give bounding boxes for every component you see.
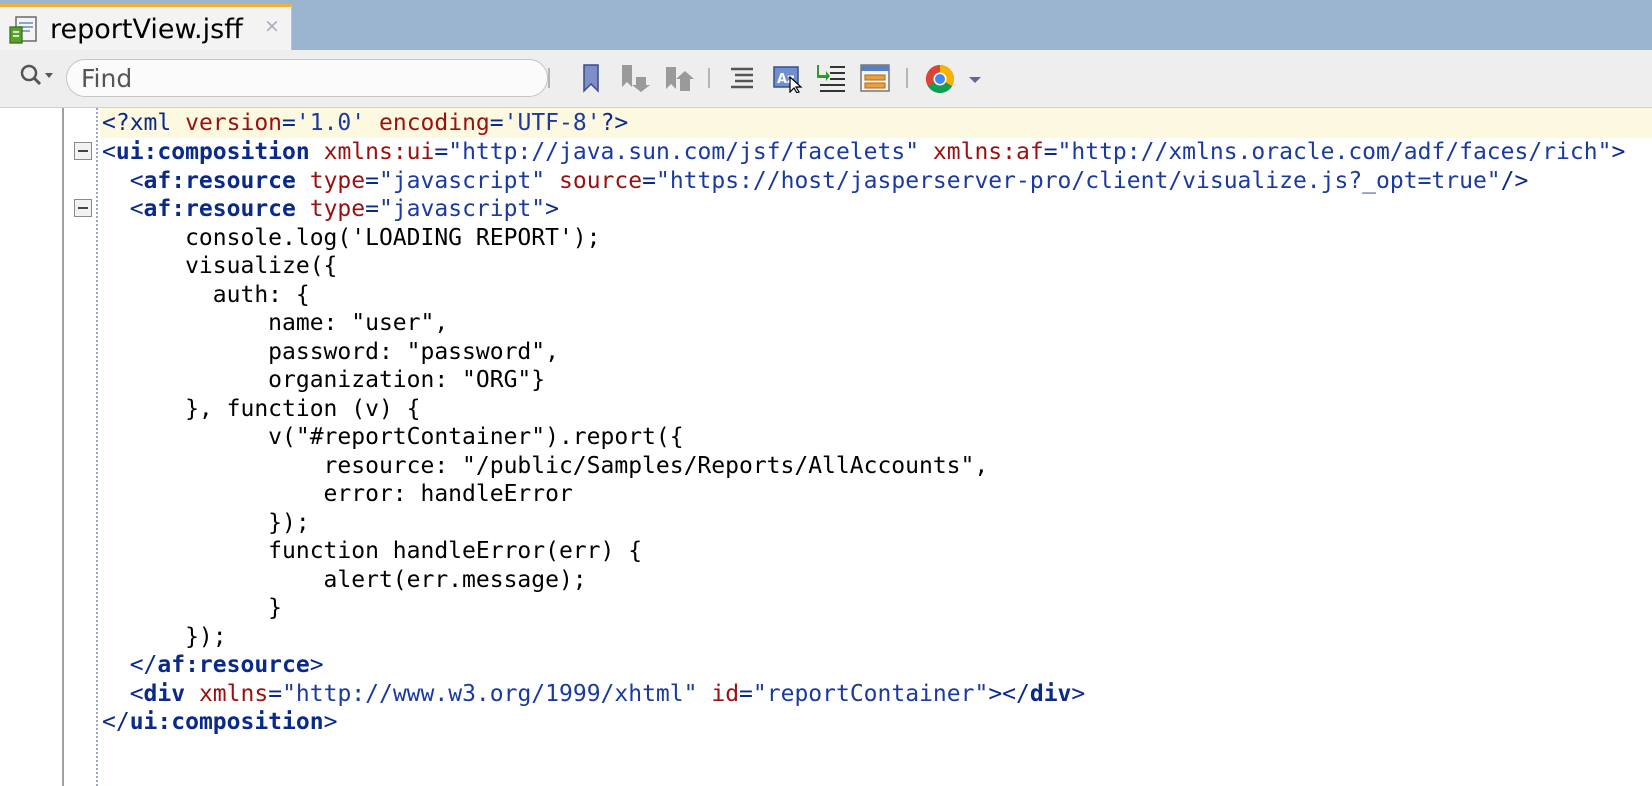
toolbar-separator xyxy=(708,68,710,88)
gutter-divider xyxy=(62,108,64,786)
code-line: </af:resource> xyxy=(102,652,324,678)
toolbar-separator xyxy=(906,68,908,88)
find-usages-icon[interactable]: Az xyxy=(769,58,805,96)
fold-guide xyxy=(96,108,98,786)
close-tab-icon[interactable]: × xyxy=(264,15,280,37)
find-input[interactable] xyxy=(66,59,548,97)
properties-icon[interactable] xyxy=(856,58,892,96)
chrome-browser-icon[interactable] xyxy=(921,58,957,96)
reformat-icon[interactable] xyxy=(813,58,849,96)
code-line: error: handleError xyxy=(102,481,573,507)
code-line: <?xml version='1.0' encoding='UTF-8'?> xyxy=(102,110,629,136)
toggle-bookmark-button[interactable] xyxy=(573,58,609,96)
code-editor[interactable]: <?xml version='1.0' encoding='UTF-8'?> <… xyxy=(0,108,1652,786)
editor-tab-bar: reportView.jsff × xyxy=(0,0,1652,50)
code-line: name: "user", xyxy=(102,310,449,336)
outline-icon[interactable] xyxy=(724,58,760,96)
code-line: <div xmlns="http://www.w3.org/1999/xhtml… xyxy=(102,681,1086,707)
code-line: function handleError(err) { xyxy=(102,538,643,564)
tab-title: reportView.jsff xyxy=(50,14,243,45)
code-line: password: "password", xyxy=(102,339,559,365)
code-line: } xyxy=(102,595,283,621)
code-line: console.log('LOADING REPORT'); xyxy=(102,225,601,251)
code-line: alert(err.message); xyxy=(102,567,587,593)
fold-collapse-icon[interactable] xyxy=(74,142,92,160)
code-line: v("#reportContainer").report({ xyxy=(102,424,684,450)
code-line: resource: "/public/Samples/Reports/AllAc… xyxy=(102,453,989,479)
code-line: <af:resource type="javascript"> xyxy=(102,196,560,222)
chevron-down-icon[interactable] xyxy=(962,58,986,96)
code-line: visualize({ xyxy=(102,253,338,279)
code-line: }); xyxy=(102,624,227,650)
next-bookmark-button[interactable] xyxy=(659,58,695,96)
jsff-file-icon xyxy=(8,15,40,47)
search-options-icon[interactable] xyxy=(18,62,58,90)
editor-toolbar: Az xyxy=(0,50,1652,108)
code-line: auth: { xyxy=(102,282,310,308)
toolbar-separator xyxy=(548,68,550,88)
code-line: }); xyxy=(102,510,310,536)
previous-bookmark-button[interactable] xyxy=(615,58,651,96)
code-line: </ui:composition> xyxy=(102,709,338,735)
code-line: organization: "ORG"} xyxy=(102,367,546,393)
code-line: }, function (v) { xyxy=(102,396,421,422)
fold-collapse-icon[interactable] xyxy=(74,199,92,217)
code-line: <af:resource type="javascript" source="h… xyxy=(102,168,1529,194)
tab-reportview[interactable]: reportView.jsff × xyxy=(0,4,292,50)
code-line: <ui:composition xmlns:ui="http://java.su… xyxy=(102,139,1626,165)
